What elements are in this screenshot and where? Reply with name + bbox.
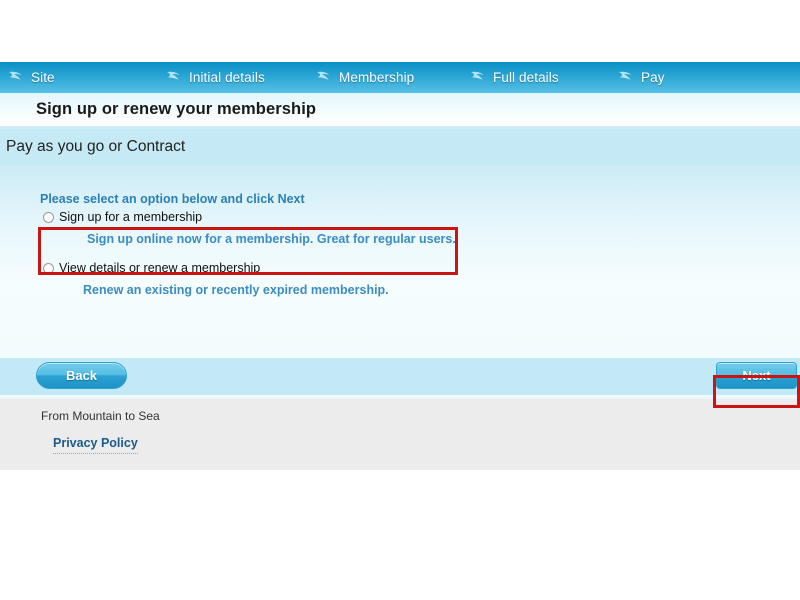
page-title-band: Sign up or renew your membership <box>0 93 800 126</box>
step-label: Membership <box>339 70 415 85</box>
step-label: Initial details <box>189 70 265 85</box>
option-description: Sign up online now for a membership. Gre… <box>87 232 456 246</box>
step-item-full-details[interactable]: Full details <box>462 62 610 93</box>
option-group-signup[interactable]: Sign up for a membership Sign up online … <box>0 210 800 247</box>
step-item-membership[interactable]: Membership <box>308 62 462 93</box>
option-group-renew[interactable]: View details or renew a membership Renew… <box>0 261 800 298</box>
main-content: Please select an option below and click … <box>0 165 800 358</box>
page-title: Sign up or renew your membership <box>36 100 317 118</box>
option-row[interactable]: Sign up for a membership <box>0 210 800 225</box>
section-heading: Pay as you go or Contract <box>6 138 186 155</box>
arrow-swoosh-icon <box>317 71 330 80</box>
privacy-policy-link[interactable]: Privacy Policy <box>53 436 138 454</box>
radio-button-renew[interactable] <box>43 263 54 274</box>
step-label: Pay <box>641 70 665 85</box>
radio-button-signup[interactable] <box>43 212 54 223</box>
step-label: Full details <box>493 70 559 85</box>
arrow-swoosh-icon <box>9 71 22 80</box>
arrow-swoosh-icon <box>619 71 632 80</box>
footer-tagline: From Mountain to Sea <box>41 409 160 423</box>
option-description: Renew an existing or recently expired me… <box>83 283 389 297</box>
step-item-pay[interactable]: Pay <box>610 62 738 93</box>
step-item-initial-details[interactable]: Initial details <box>158 62 308 93</box>
back-button[interactable]: Back <box>36 362 127 389</box>
next-button[interactable]: Next <box>716 362 797 389</box>
step-navigation-bar: Site Initial details Membership Full det… <box>0 62 800 93</box>
instructions-label: Please select an option below and click … <box>40 192 305 206</box>
page-root: Site Initial details Membership Full det… <box>0 62 800 470</box>
footer: From Mountain to Sea Privacy Policy <box>0 399 800 470</box>
option-title: Sign up for a membership <box>59 210 203 224</box>
arrow-swoosh-icon <box>167 71 180 80</box>
step-item-site[interactable]: Site <box>0 62 158 93</box>
section-heading-band: Pay as you go or Contract <box>0 129 800 165</box>
option-row[interactable]: View details or renew a membership <box>0 261 800 276</box>
arrow-swoosh-icon <box>471 71 484 80</box>
instructions-text: Please select an option below and click … <box>40 192 305 206</box>
step-label: Site <box>31 70 55 85</box>
button-bar: Back Next <box>0 358 800 395</box>
option-title: View details or renew a membership <box>59 261 261 275</box>
